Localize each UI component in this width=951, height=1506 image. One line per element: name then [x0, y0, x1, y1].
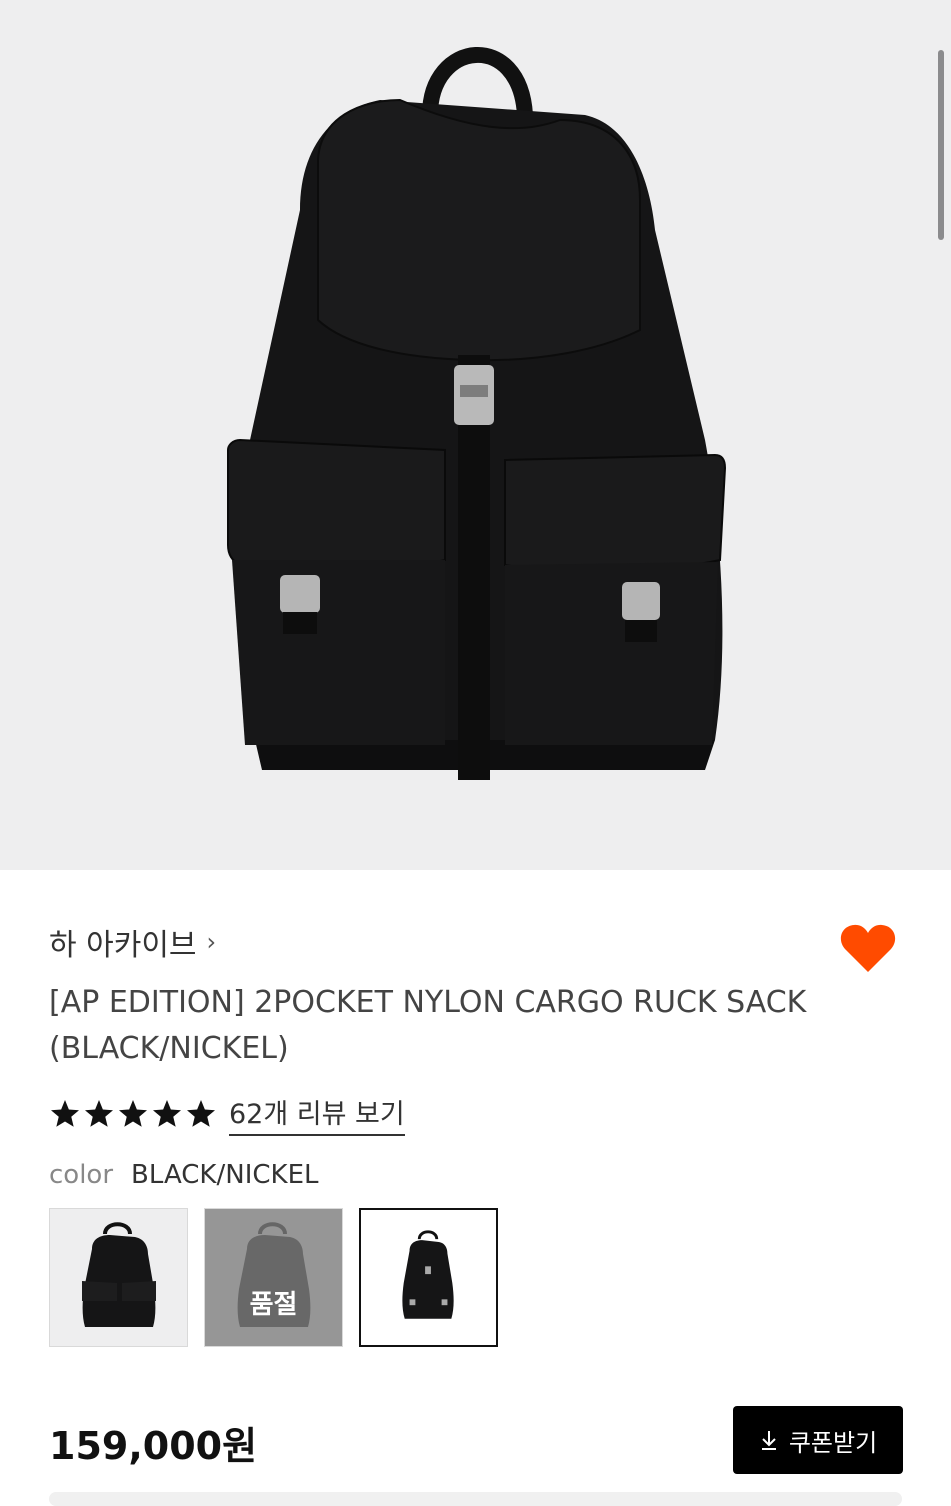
color-option-black-nickel[interactable] — [359, 1208, 498, 1347]
review-link[interactable]: 62개 리뷰 보기 — [229, 1092, 405, 1136]
thumbnail-image — [402, 1230, 454, 1319]
star-icon — [153, 1100, 181, 1127]
scrollbar[interactable] — [938, 50, 944, 240]
star-rating — [49, 1098, 217, 1130]
product-title: [AP EDITION] 2POCKET NYLON CARGO RUCK SA… — [49, 985, 807, 1066]
coupon-button[interactable]: 쿠폰받기 — [733, 1406, 903, 1474]
thumbnail-image — [82, 1222, 156, 1327]
coupon-button-label: 쿠폰받기 — [788, 1429, 878, 1457]
star-icon — [119, 1100, 147, 1127]
chevron-right-icon: › — [206, 928, 217, 956]
download-icon — [761, 1431, 776, 1450]
rating-row: 62개 리뷰 보기 — [49, 1092, 405, 1136]
color-label: color — [49, 1160, 114, 1190]
soldout-badge: 품절 — [205, 1209, 342, 1346]
heart-icon[interactable] — [839, 922, 897, 974]
color-row: color BLACK/NICKEL — [49, 1160, 318, 1190]
product-hero-image[interactable] — [0, 0, 951, 870]
star-icon — [187, 1100, 215, 1127]
color-option-gray[interactable]: 품절 — [204, 1208, 343, 1347]
bottom-panel-edge — [49, 1492, 902, 1506]
color-option-black[interactable] — [49, 1208, 188, 1347]
color-value: BLACK/NICKEL — [131, 1160, 319, 1190]
color-options: 품절 — [49, 1208, 498, 1347]
brand-name: 하 아카이브 — [49, 928, 197, 963]
brand-link[interactable]: 하 아카이브 › — [49, 920, 216, 964]
price: 159,000원 — [49, 1424, 258, 1468]
star-icon — [85, 1100, 113, 1127]
star-icon — [51, 1100, 79, 1127]
backpack-illustration — [227, 47, 727, 780]
